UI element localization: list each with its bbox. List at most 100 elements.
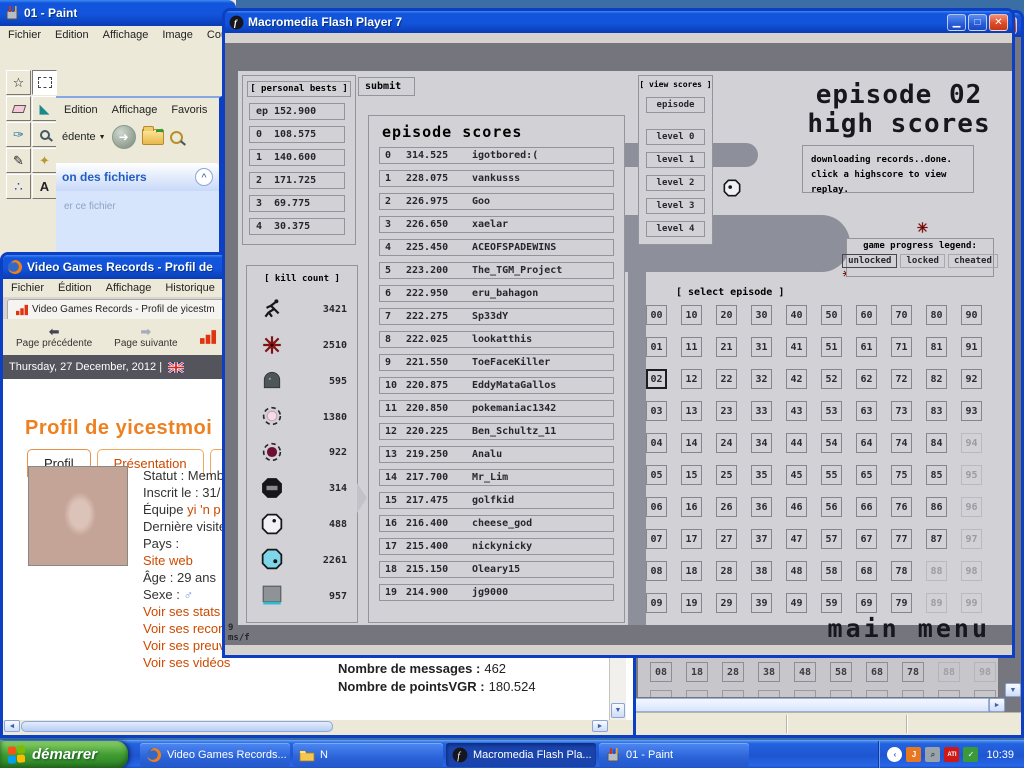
- horizontal-scrollbar[interactable]: ◄ ►: [3, 720, 633, 733]
- taskbar-task-firefox[interactable]: Video Games Records...: [140, 743, 290, 767]
- highscore-row[interactable]: 6222.950eru_bahagon: [379, 285, 614, 302]
- episode-cell-31[interactable]: 31: [751, 337, 772, 357]
- bg-episode-cell-58[interactable]: 58: [830, 662, 852, 682]
- menu-item[interactable]: Historique: [165, 282, 215, 294]
- episode-cell-28[interactable]: 28: [716, 561, 737, 581]
- forward-button[interactable]: ➡ Page suivante: [105, 321, 186, 353]
- episode-cell-72[interactable]: 72: [891, 369, 912, 389]
- search-icon[interactable]: [170, 131, 183, 144]
- start-button[interactable]: démarrer: [0, 741, 128, 768]
- episode-cell-56[interactable]: 56: [821, 497, 842, 517]
- brush-tool-icon[interactable]: ✦: [32, 148, 57, 173]
- episode-cell-34[interactable]: 34: [751, 433, 772, 453]
- episode-cell-58[interactable]: 58: [821, 561, 842, 581]
- episode-cell-70[interactable]: 70: [891, 305, 912, 325]
- magnifier-tray-icon[interactable]: ⌕: [925, 747, 940, 762]
- scrollbar-thumb[interactable]: [21, 721, 333, 732]
- episode-cell-24[interactable]: 24: [716, 433, 737, 453]
- highscore-row[interactable]: 11220.850pokemaniac1342: [379, 400, 614, 417]
- episode-cell-54[interactable]: 54: [821, 433, 842, 453]
- airbrush-tool-icon[interactable]: ∴: [6, 174, 31, 199]
- bg-episode-cell-38[interactable]: 38: [758, 662, 780, 682]
- episode-cell-17[interactable]: 17: [681, 529, 702, 549]
- episode-cell-83[interactable]: 83: [926, 401, 947, 421]
- explorer-forward-button[interactable]: ➜: [112, 125, 136, 149]
- eraser-tool-icon[interactable]: [6, 96, 31, 121]
- episode-cell-44[interactable]: 44: [786, 433, 807, 453]
- episode-cell-07[interactable]: 07: [646, 529, 667, 549]
- highscore-row[interactable]: 1228.075vankusss: [379, 170, 614, 187]
- firefox-tab[interactable]: Video Games Records - Profil de yicestm: [7, 299, 224, 319]
- episode-cell-97[interactable]: 97: [961, 529, 982, 549]
- episode-cell-30[interactable]: 30: [751, 305, 772, 325]
- episode-cell-95[interactable]: 95: [961, 465, 982, 485]
- episode-cell-02[interactable]: 02: [646, 369, 667, 389]
- menu-item[interactable]: Fichier: [8, 29, 41, 41]
- episode-cell-29[interactable]: 29: [716, 593, 737, 613]
- taskbar-task-folder[interactable]: N: [293, 743, 443, 767]
- menu-item[interactable]: Favoris: [171, 104, 207, 116]
- episode-cell-04[interactable]: 04: [646, 433, 667, 453]
- episode-cell-08[interactable]: 08: [646, 561, 667, 581]
- explorer-back-button[interactable]: édente ▼: [62, 131, 106, 143]
- episode-cell-22[interactable]: 22: [716, 369, 737, 389]
- episode-cell-61[interactable]: 61: [856, 337, 877, 357]
- bg-episode-cell-68[interactable]: 68: [866, 662, 888, 682]
- freeform-select-tool-icon[interactable]: ☆: [6, 70, 31, 95]
- highscore-row[interactable]: 4225.450ACEOFSPADEWINS: [379, 239, 614, 256]
- episode-cell-00[interactable]: 00: [646, 305, 667, 325]
- menu-item[interactable]: Édition: [58, 282, 92, 294]
- episode-cell-33[interactable]: 33: [751, 401, 772, 421]
- highscore-row[interactable]: 15217.475golfkid: [379, 492, 614, 509]
- main-menu-button[interactable]: main menu: [828, 614, 990, 643]
- highscore-row[interactable]: 10220.875EddyMataGallos: [379, 377, 614, 394]
- episode-cell-90[interactable]: 90: [961, 305, 982, 325]
- highscore-row[interactable]: 5223.200The_TGM_Project: [379, 262, 614, 279]
- episode-cell-43[interactable]: 43: [786, 401, 807, 421]
- bg-episode-cell-18[interactable]: 18: [686, 662, 708, 682]
- episode-cell-48[interactable]: 48: [786, 561, 807, 581]
- episode-cell-46[interactable]: 46: [786, 497, 807, 517]
- profile-link[interactable]: Site web: [143, 553, 193, 568]
- episode-cell-66[interactable]: 66: [856, 497, 877, 517]
- highscore-row[interactable]: 3226.650xaelar: [379, 216, 614, 233]
- scroll-down-button[interactable]: ▼: [611, 703, 625, 718]
- maximize-icon[interactable]: □: [968, 14, 987, 31]
- episode-cell-87[interactable]: 87: [926, 529, 947, 549]
- profile-link[interactable]: Voir ses vidéos: [143, 655, 230, 670]
- profile-link[interactable]: yi 'n p: [187, 502, 221, 517]
- close-icon[interactable]: ✕: [989, 14, 1008, 31]
- rect-select-tool-icon[interactable]: [32, 70, 57, 95]
- episode-cell-64[interactable]: 64: [856, 433, 877, 453]
- vgr-home-button[interactable]: [191, 321, 225, 353]
- minimize-icon[interactable]: ▁: [947, 14, 966, 31]
- explorer-task-panel-header[interactable]: on des fichiers ^: [56, 163, 219, 191]
- menu-item[interactable]: Affichage: [103, 29, 149, 41]
- episode-cell-14[interactable]: 14: [681, 433, 702, 453]
- menu-item[interactable]: Affichage: [106, 282, 152, 294]
- eyedropper-tool-icon[interactable]: ✑: [6, 122, 31, 147]
- episode-cell-16[interactable]: 16: [681, 497, 702, 517]
- episode-cell-09[interactable]: 09: [646, 593, 667, 613]
- episode-cell-25[interactable]: 25: [716, 465, 737, 485]
- episode-cell-20[interactable]: 20: [716, 305, 737, 325]
- highscore-row[interactable]: 7222.275Sp33dY: [379, 308, 614, 325]
- episode-cell-27[interactable]: 27: [716, 529, 737, 549]
- menu-item[interactable]: Fichier: [11, 282, 44, 294]
- highscore-row[interactable]: 16216.400cheese_god: [379, 515, 614, 532]
- episode-cell-37[interactable]: 37: [751, 529, 772, 549]
- text-tool-icon[interactable]: A: [32, 174, 57, 199]
- view-scores-button-level-0[interactable]: level 0: [646, 129, 705, 145]
- profile-link[interactable]: Voir ses stats: [143, 604, 220, 619]
- episode-cell-79[interactable]: 79: [891, 593, 912, 613]
- back-button[interactable]: ⬅ Page précédente: [7, 321, 101, 353]
- episode-cell-40[interactable]: 40: [786, 305, 807, 325]
- episode-cell-26[interactable]: 26: [716, 497, 737, 517]
- episode-cell-59[interactable]: 59: [821, 593, 842, 613]
- episode-cell-85[interactable]: 85: [926, 465, 947, 485]
- episode-cell-03[interactable]: 03: [646, 401, 667, 421]
- episode-cell-57[interactable]: 57: [821, 529, 842, 549]
- episode-cell-21[interactable]: 21: [716, 337, 737, 357]
- menu-item[interactable]: Image: [162, 29, 193, 41]
- episode-cell-69[interactable]: 69: [856, 593, 877, 613]
